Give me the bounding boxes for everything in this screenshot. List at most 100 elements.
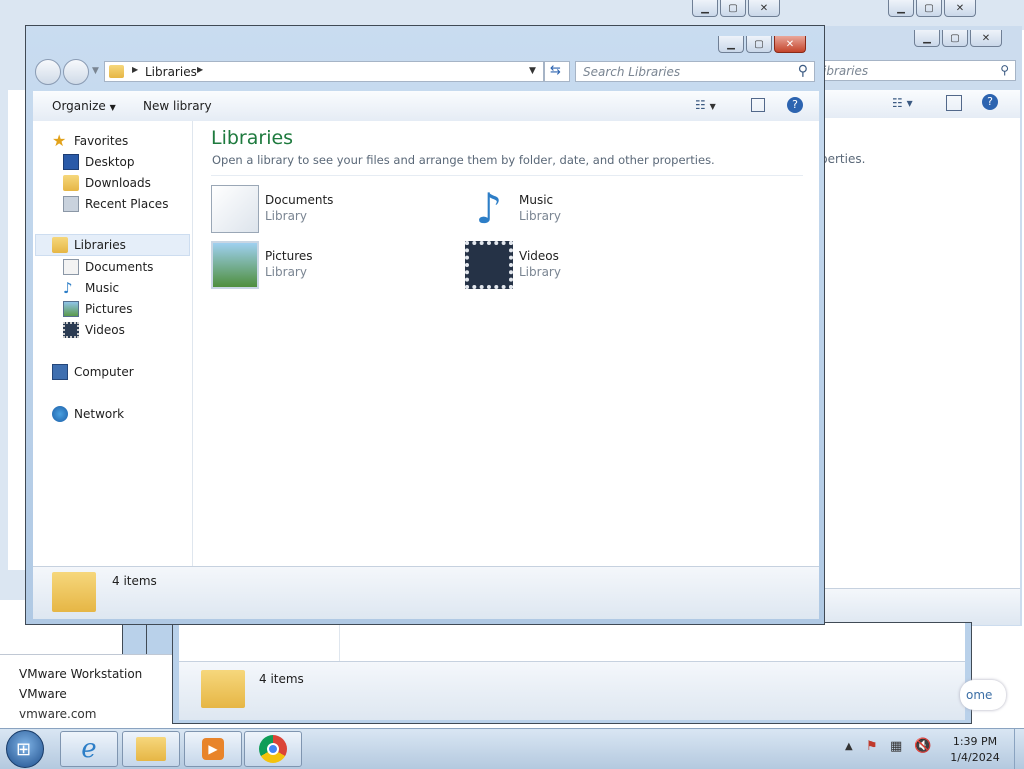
search-placeholder: Search Libraries [583,65,681,79]
navigation-pane: ★ Favorites Desktop Downloads Recent Plac… [33,121,193,566]
close-button[interactable]: ✕ [774,36,806,53]
search-icon[interactable]: ⚲ [798,63,808,79]
library-pictures[interactable]: Pictures Library [211,241,313,289]
taskbar-internet-explorer[interactable]: e [60,731,118,767]
maximize-button[interactable]: ▢ [720,0,746,17]
partial-button-label: ome [966,688,993,702]
chevron-down-icon: ▼ [109,103,116,112]
breadcrumb-arrow-icon-2[interactable]: ▶ [197,65,203,74]
desktop-icon [63,154,79,170]
taskbar: ⊞ e ▶ ▲ ⚑ ▦ 🔇 1:39 PM 1/4/2024 [0,728,1024,769]
star-icon: ★ [52,131,67,150]
library-music[interactable]: ♪ Music Library [465,185,561,233]
change-view-icon[interactable]: ☷ ▼ [695,98,716,112]
minimize-button[interactable]: ▁ [718,36,744,53]
nav-label: Downloads [85,176,151,190]
nav-music[interactable]: ♪ Music [63,278,119,298]
bg-window2-caption-buttons: ▁ ▢ ✕ [888,0,976,17]
bg-explorer-caption-buttons: ▁ ▢ ✕ [914,30,1002,47]
close-button[interactable]: ✕ [944,0,976,17]
start-button[interactable]: ⊞ [6,730,44,768]
action-center-icon[interactable]: ⚑ [866,739,878,754]
minimize-button[interactable]: ▁ [888,0,914,17]
jumplist-line2: VMware [19,687,67,701]
recent-pages-chevron-icon[interactable]: ▼ [92,66,99,76]
maximize-button[interactable]: ▢ [942,30,968,47]
minimize-button[interactable]: ▁ [914,30,940,47]
pictures-library-icon [211,241,259,289]
preview-pane-icon[interactable] [751,98,765,112]
library-type: Library [519,265,561,279]
nav-videos[interactable]: Videos [63,320,125,340]
volume-muted-icon[interactable]: 🔇 [914,738,931,754]
libraries-icon [52,237,68,253]
nav-label: Favorites [74,134,129,148]
minimize-button[interactable]: ▁ [692,0,718,17]
nav-label: Music [85,281,120,295]
address-bar[interactable]: ▶ Libraries ▶ ▼ [104,61,544,82]
taskbar-windows-explorer[interactable] [122,731,180,767]
nav-desktop[interactable]: Desktop [63,152,135,172]
library-type: Library [519,209,561,223]
jumplist-line1[interactable]: VMware Workstation [19,667,142,681]
address-dropdown-icon[interactable]: ▼ [529,66,536,76]
bg-window-caption-buttons: ▁ ▢ ✕ [692,0,780,17]
jumplist-panel: VMware Workstation VMware vmware.com [0,654,172,727]
organize-button[interactable]: Organize ▼ [52,99,116,113]
search-icon[interactable]: ⚲ [1000,63,1009,77]
clock[interactable]: 1:39 PM 1/4/2024 [940,734,1010,766]
search-input[interactable]: Search Libraries ⚲ [575,61,815,82]
show-desktop-button[interactable] [1014,729,1024,769]
forward-button[interactable] [63,59,89,85]
lower-status-text: 4 items [259,672,304,686]
nav-favorites[interactable]: ★ Favorites [52,131,128,151]
library-videos[interactable]: Videos Library [465,241,561,289]
partial-home-button[interactable]: ome [960,680,1006,710]
nav-computer[interactable]: Computer [52,362,134,382]
recent-places-icon [63,196,79,212]
page-description: Open a library to see your files and arr… [212,153,715,167]
view-options-icon[interactable]: ☷ ▾ [892,96,913,110]
page-title: Libraries [211,127,294,149]
maximize-button[interactable]: ▢ [916,0,942,17]
close-button[interactable]: ✕ [970,30,1002,47]
new-library-button[interactable]: New library [143,99,212,113]
media-player-icon: ▶ [202,738,224,760]
taskbar-media-player[interactable]: ▶ [184,731,242,767]
bg-search-box[interactable]: ibraries ⚲ [820,60,1016,81]
breadcrumb-arrow-icon[interactable]: ▶ [132,65,138,74]
library-name: Videos [519,249,559,263]
jumplist-line3[interactable]: vmware.com [19,707,96,721]
help-icon[interactable]: ? [982,94,998,110]
nav-network[interactable]: Network [52,404,124,424]
taskbar-chrome[interactable] [244,731,302,767]
show-hidden-icons[interactable]: ▲ [845,741,853,752]
clock-time: 1:39 PM [952,735,998,748]
library-type: Library [265,209,307,223]
close-button[interactable]: ✕ [748,0,780,17]
folder-icon [201,670,245,708]
nav-libraries[interactable]: Libraries [52,235,126,255]
back-button[interactable] [35,59,61,85]
breadcrumb-libraries[interactable]: Libraries [145,65,197,79]
nav-pictures[interactable]: Pictures [63,299,133,319]
maximize-button[interactable]: ▢ [746,36,772,53]
nav-recent-places[interactable]: Recent Places [63,194,168,214]
explorer-window: ▁ ▢ ✕ ▼ ▶ Libraries ▶ ▼ ⇆ Search Librari… [25,25,825,625]
nav-downloads[interactable]: Downloads [63,173,151,193]
music-icon: ♪ [63,279,73,297]
nav-documents[interactable]: Documents [63,257,153,277]
nav-label: Network [74,407,125,421]
network-status-icon[interactable]: ▦ [890,739,902,754]
divider [211,175,803,176]
refresh-button[interactable]: ⇆ [544,61,570,82]
library-documents[interactable]: Documents Library [211,185,333,233]
network-icon [52,406,68,422]
nav-label: Videos [85,323,125,337]
help-icon[interactable]: ? [787,97,803,113]
preview-pane-icon[interactable] [946,95,962,111]
command-bar: Organize ▼ New library ☷ ▼ ? [33,91,819,122]
explorer-icon [136,737,166,761]
library-type: Library [265,265,307,279]
lower-status-bar: 4 items [179,661,965,720]
